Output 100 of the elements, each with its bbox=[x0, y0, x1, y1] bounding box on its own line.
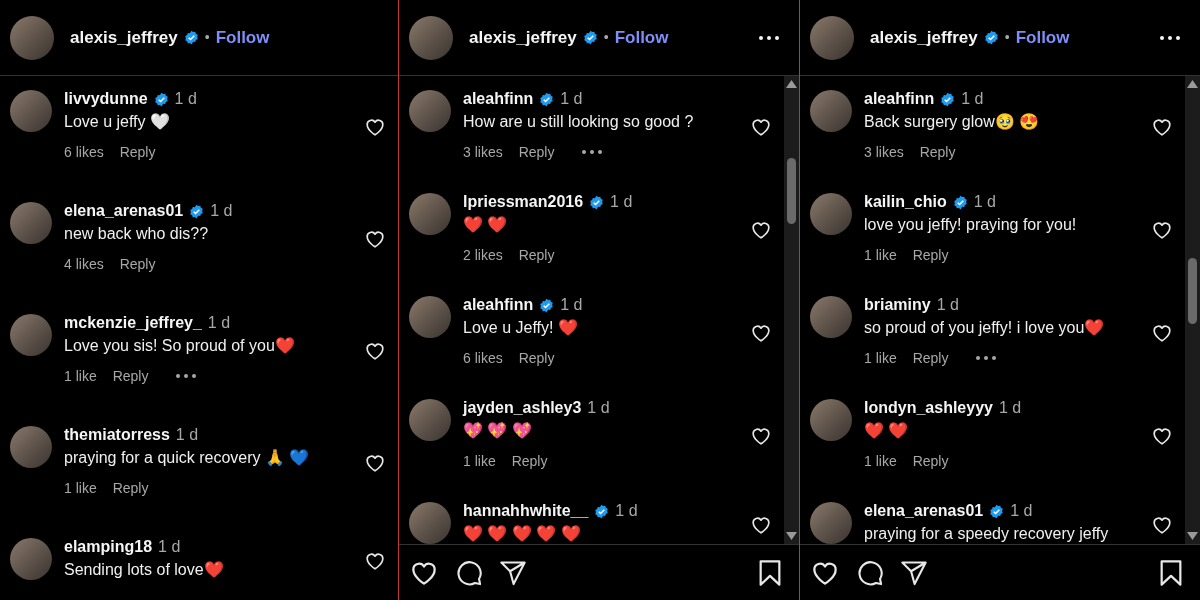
avatar-photo-placeholder bbox=[810, 15, 854, 60]
reply-button[interactable]: Reply bbox=[511, 450, 548, 472]
comment-username[interactable]: aleahfinn bbox=[463, 293, 534, 317]
post-author-username[interactable]: alexis_jeffrey bbox=[870, 24, 978, 51]
comment-username[interactable]: kailin_chio bbox=[864, 190, 947, 214]
like-heart-icon[interactable] bbox=[364, 340, 386, 362]
reply-button[interactable]: Reply bbox=[518, 141, 555, 163]
comment-text: Love u Jeffy! ❤ bbox=[463, 318, 579, 338]
likes-count[interactable]: 1 like bbox=[864, 347, 897, 369]
like-heart-icon[interactable] bbox=[750, 514, 772, 536]
like-heart-icon[interactable] bbox=[364, 452, 386, 474]
comment-time: 1 d bbox=[158, 537, 181, 557]
avatar-photo-placeholder bbox=[10, 538, 52, 580]
likes-count[interactable]: 1 like bbox=[64, 477, 97, 499]
like-heart-icon[interactable] bbox=[364, 550, 386, 572]
comment-time: 1 d bbox=[961, 89, 984, 109]
likes-count[interactable]: 1 like bbox=[64, 365, 97, 387]
reply-button[interactable]: Reply bbox=[518, 347, 555, 369]
scrollbar-thumb[interactable] bbox=[1188, 258, 1197, 324]
like-heart-icon[interactable] bbox=[750, 116, 772, 138]
likes-count[interactable]: 1 like bbox=[864, 244, 897, 266]
scrollbar[interactable] bbox=[784, 76, 799, 544]
avatar-photo-placeholder bbox=[10, 15, 54, 60]
avatar-photo-placeholder bbox=[409, 502, 451, 544]
likes-count[interactable]: 2 likes bbox=[463, 244, 503, 266]
separator-dot: • bbox=[204, 28, 210, 47]
like-heart-icon[interactable] bbox=[1151, 425, 1173, 447]
comment-text: ❤ ❤ ❤ ❤ ❤ bbox=[463, 524, 582, 544]
comment-username[interactable]: livvydunne bbox=[64, 87, 148, 111]
comment-text: ❤ ❤ bbox=[463, 215, 509, 235]
reply-button[interactable]: Reply bbox=[919, 141, 956, 163]
comment-username[interactable]: elena_arenas01 bbox=[64, 199, 184, 223]
more-options-icon[interactable] bbox=[176, 374, 197, 378]
scroll-down-arrow-icon[interactable] bbox=[1187, 532, 1198, 540]
follow-button[interactable]: Follow bbox=[1015, 24, 1070, 51]
likes-count[interactable]: 1 like bbox=[463, 450, 496, 472]
scrollbar-thumb[interactable] bbox=[787, 158, 796, 224]
likes-count[interactable]: 3 likes bbox=[463, 141, 503, 163]
comment-text: new back who dis?? bbox=[64, 224, 210, 244]
comment-text: love you jeffy! praying for you! bbox=[864, 215, 1078, 235]
comment-username[interactable]: jayden_ashley3 bbox=[463, 396, 582, 420]
like-heart-icon[interactable] bbox=[364, 228, 386, 250]
comment-time: 1 d bbox=[175, 425, 199, 445]
reply-button[interactable]: Reply bbox=[112, 365, 149, 387]
more-options-icon[interactable] bbox=[976, 356, 997, 360]
like-heart-icon[interactable] bbox=[1151, 219, 1173, 241]
comment-bubble-icon[interactable] bbox=[856, 558, 884, 587]
avatar-photo-placeholder bbox=[409, 193, 451, 235]
scroll-down-arrow-icon[interactable] bbox=[786, 532, 797, 540]
comment-time: 1 d bbox=[174, 89, 197, 109]
reply-button[interactable]: Reply bbox=[912, 244, 949, 266]
likes-count[interactable]: 6 likes bbox=[463, 347, 503, 369]
comment-time: 1 d bbox=[210, 201, 233, 221]
comment-username[interactable]: briaminy bbox=[864, 293, 931, 317]
like-heart-icon[interactable] bbox=[364, 116, 386, 138]
reply-button[interactable]: Reply bbox=[518, 244, 555, 266]
avatar-photo-placeholder bbox=[409, 15, 453, 60]
likes-count[interactable]: 6 likes bbox=[64, 141, 104, 163]
comment-username[interactable]: hannahhwhite__ bbox=[463, 499, 589, 523]
comment-time: 1 d bbox=[936, 295, 959, 315]
scroll-up-arrow-icon[interactable] bbox=[786, 80, 797, 88]
like-heart-icon[interactable] bbox=[750, 322, 772, 344]
bookmark-icon[interactable] bbox=[1158, 558, 1184, 587]
comment-username[interactable]: aleahfinn bbox=[864, 87, 935, 111]
comment-username[interactable]: elamping18 bbox=[64, 535, 153, 559]
comment-username[interactable]: elena_arenas01 bbox=[864, 499, 984, 523]
avatar-photo-placeholder bbox=[409, 399, 451, 441]
like-heart-icon[interactable] bbox=[1151, 322, 1173, 344]
avatar-photo-placeholder bbox=[409, 90, 451, 132]
reply-button[interactable]: Reply bbox=[112, 477, 149, 499]
like-heart-icon[interactable] bbox=[750, 219, 772, 241]
reply-button[interactable]: Reply bbox=[119, 253, 156, 275]
comment-username[interactable]: themiatorress bbox=[64, 423, 170, 447]
reply-button[interactable]: Reply bbox=[912, 450, 949, 472]
follow-button[interactable]: Follow bbox=[614, 24, 669, 51]
send-paper-plane-icon[interactable] bbox=[900, 558, 928, 587]
comment-username[interactable]: londyn_ashleyyy bbox=[864, 396, 993, 420]
like-heart-icon[interactable] bbox=[1151, 514, 1173, 536]
post-author-username[interactable]: alexis_jeffrey bbox=[469, 24, 577, 51]
likes-count[interactable]: 4 likes bbox=[64, 253, 104, 275]
follow-button[interactable]: Follow bbox=[215, 24, 270, 51]
reply-button[interactable]: Reply bbox=[912, 347, 949, 369]
likes-count[interactable]: 1 like bbox=[864, 450, 897, 472]
like-heart-icon[interactable] bbox=[750, 425, 772, 447]
bookmark-icon[interactable] bbox=[757, 558, 783, 587]
comment-bubble-icon[interactable] bbox=[455, 558, 483, 587]
more-options-icon[interactable] bbox=[1160, 35, 1180, 40]
more-options-icon[interactable] bbox=[759, 35, 779, 40]
likes-count[interactable]: 3 likes bbox=[864, 141, 904, 163]
separator-dot: • bbox=[603, 28, 609, 47]
reply-button[interactable]: Reply bbox=[119, 141, 156, 163]
comment-username[interactable]: lpriessman2016 bbox=[463, 190, 584, 214]
comment-username[interactable]: mckenzie_jeffrey_ bbox=[64, 311, 202, 335]
scrollbar[interactable] bbox=[1185, 76, 1200, 544]
comment-username[interactable]: aleahfinn bbox=[463, 87, 534, 111]
more-options-icon[interactable] bbox=[582, 150, 603, 154]
send-paper-plane-icon[interactable] bbox=[499, 558, 527, 587]
post-author-username[interactable]: alexis_jeffrey bbox=[70, 24, 178, 51]
like-heart-icon[interactable] bbox=[1151, 116, 1173, 138]
scroll-up-arrow-icon[interactable] bbox=[1187, 80, 1198, 88]
